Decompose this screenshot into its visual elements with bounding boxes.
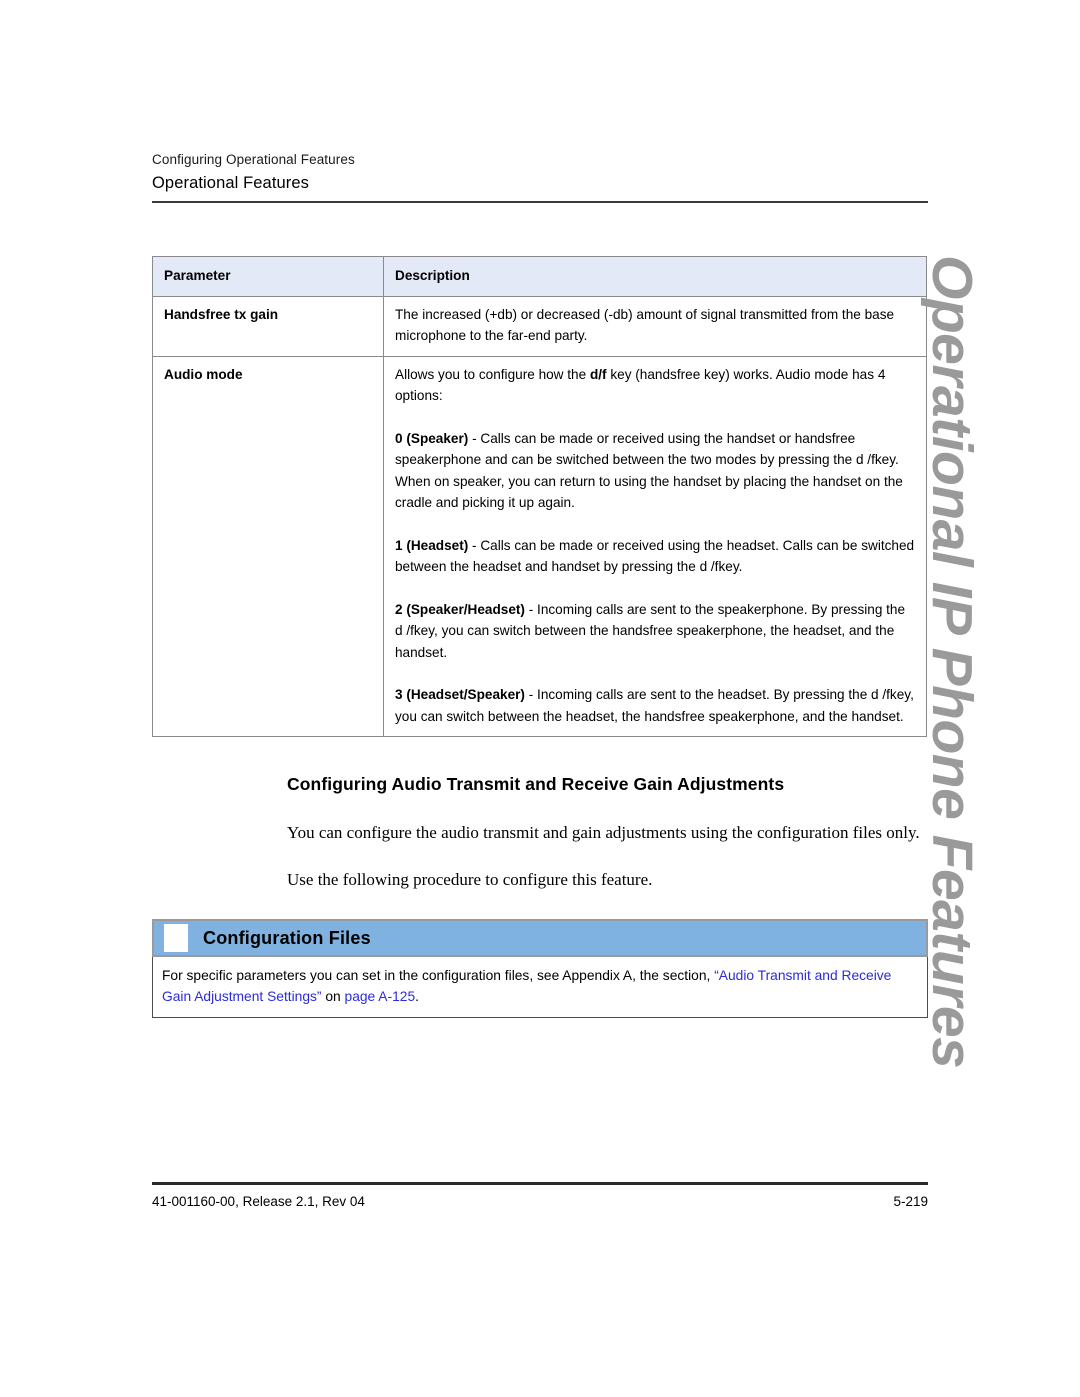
table-row: Audio mode Allows you to configure how t… bbox=[152, 355, 927, 737]
footer-row: 41-001160-00, Release 2.1, Rev 04 5-219 bbox=[152, 1192, 928, 1211]
breadcrumb: Configuring Operational Features bbox=[152, 152, 355, 167]
cell-parameter-audio-mode: Audio mode bbox=[152, 355, 384, 737]
parameter-table: Parameter Description Handsfree tx gain … bbox=[152, 256, 927, 737]
section-paragraph-1: You can configure the audio transmit and… bbox=[287, 823, 920, 842]
emphasis: 1 (Headset) bbox=[395, 537, 469, 553]
header-divider bbox=[152, 201, 928, 203]
configuration-files-callout: Configuration Files For specific paramet… bbox=[152, 919, 928, 1018]
side-running-title: Operational IP Phone Features bbox=[920, 255, 984, 1069]
table-row: Handsfree tx gain The increased (+db) or… bbox=[152, 295, 927, 357]
page-footer: 41-001160-00, Release 2.1, Rev 04 5-219 bbox=[152, 1182, 928, 1211]
footer-divider bbox=[152, 1182, 928, 1185]
emphasis: 2 (Speaker/Headset) bbox=[395, 601, 525, 617]
emphasis: d/f bbox=[589, 366, 607, 382]
section-heading: Configuring Audio Transmit and Receive G… bbox=[287, 774, 785, 794]
callout-body: For specific parameters you can set in t… bbox=[152, 957, 928, 1018]
cell-description-audio-mode: Allows you to configure how the d/f key … bbox=[383, 355, 927, 737]
column-header-description: Description bbox=[383, 256, 927, 297]
callout-link-page[interactable]: page A-125 bbox=[345, 989, 416, 1004]
callout-body-prefix: For specific parameters you can set in t… bbox=[162, 968, 715, 983]
section-paragraph-2: Use the following procedure to configure… bbox=[287, 870, 653, 889]
cell-parameter-handsfree-tx-gain: Handsfree tx gain bbox=[152, 295, 384, 357]
page-header: Configuring Operational Features Operati… bbox=[152, 150, 928, 203]
cell-description-handsfree-tx-gain: The increased (+db) or decreased (-db) a… bbox=[383, 295, 927, 357]
table-header-row: Parameter Description bbox=[152, 256, 927, 297]
emphasis: (Speaker) bbox=[406, 430, 469, 446]
section-block: Configuring Audio Transmit and Receive G… bbox=[287, 772, 927, 892]
page-title: Operational Features bbox=[152, 174, 310, 192]
description-paragraph-option-3: 3 (Headset/Speaker) - Incoming calls are… bbox=[395, 687, 914, 724]
column-header-parameter: Parameter bbox=[152, 256, 384, 297]
description-paragraph-option-0: 0 (Speaker) - Calls can be made or recei… bbox=[395, 430, 903, 511]
description-paragraph-intro: Allows you to configure how the d/f key … bbox=[395, 366, 886, 404]
description-paragraph-option-2: 2 (Speaker/Headset) - Incoming calls are… bbox=[395, 601, 906, 660]
description-paragraph-option-1: 1 (Headset) - Calls can be made or recei… bbox=[395, 537, 915, 575]
callout-body-suffix: . bbox=[415, 989, 419, 1004]
callout-title: Configuration Files bbox=[203, 927, 371, 948]
footer-document-id: 41-001160-00, Release 2.1, Rev 04 bbox=[152, 1194, 365, 1209]
description-paragraph: The increased (+db) or decreased (-db) a… bbox=[395, 306, 895, 344]
document-square-icon bbox=[164, 924, 188, 952]
emphasis: 0 bbox=[395, 430, 403, 446]
footer-page-number: 5-219 bbox=[893, 1194, 928, 1209]
callout-header: Configuration Files bbox=[152, 919, 928, 957]
emphasis: 3 (Headset/Speaker) bbox=[395, 687, 525, 702]
callout-body-middle: on bbox=[321, 989, 345, 1004]
